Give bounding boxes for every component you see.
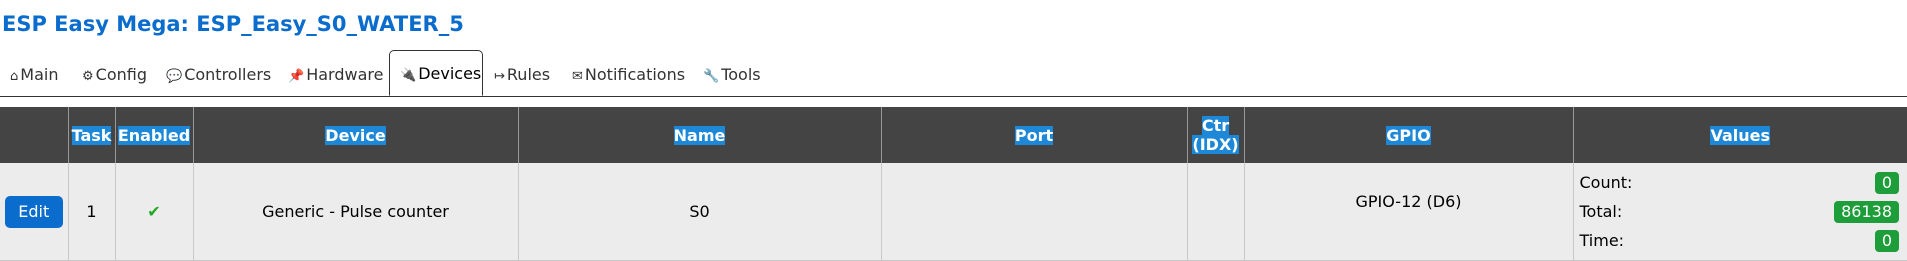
header-name: Name	[517, 107, 881, 163]
tab-tools[interactable]: 🔧 Tools	[703, 62, 761, 96]
header-ctr-idx: Ctr (IDX)	[1186, 107, 1244, 163]
tab-label: Main	[20, 65, 59, 84]
task-cell: 1	[67, 163, 115, 261]
tab-label: Notifications	[584, 65, 686, 84]
tab-label: Controllers	[184, 65, 272, 84]
gpio-cell: GPIO-12 (D6)	[1243, 163, 1573, 261]
tab-label: Tools	[721, 65, 761, 84]
tab-hardware[interactable]: 📌 Hardware	[288, 62, 383, 96]
tab-label: Rules	[506, 65, 551, 84]
tab-label: Devices	[418, 64, 482, 83]
value-label: Count:	[1579, 173, 1633, 192]
value-row-time: Time: 0	[1579, 226, 1899, 255]
devices-table: Task Enabled Device Name Port Ctr (IDX) …	[0, 107, 1907, 261]
tab-bar: ⌂ Main ⚙ Config 💬 Controllers 📌 Hardware 🔌 De…	[0, 50, 1907, 97]
tab-label: Hardware	[306, 65, 384, 84]
tab-notifications[interactable]: ✉ Notifications	[572, 62, 685, 96]
header-edit	[0, 107, 68, 163]
value-row-total: Total: 86138	[1579, 197, 1899, 226]
enabled-cell: ✔	[114, 163, 193, 261]
value-label: Time:	[1579, 231, 1625, 250]
table-row: Edit 1 ✔ Generic - Pulse counter S0 GPIO…	[0, 163, 1907, 261]
tab-main[interactable]: ⌂ Main	[10, 62, 58, 96]
header-port: Port	[880, 107, 1187, 163]
checkmark-icon: ✔	[147, 202, 161, 221]
header-gpio: GPIO	[1243, 107, 1573, 163]
port-cell	[880, 163, 1187, 261]
gear-icon: ⚙	[82, 69, 94, 84]
home-icon: ⌂	[10, 69, 19, 84]
value-row-count: Count: 0	[1579, 168, 1899, 197]
page-title: ESP Easy Mega: ESP_Easy_S0_WATER_5	[2, 12, 464, 36]
edit-button[interactable]: Edit	[4, 195, 63, 228]
wrench-icon: 🔧	[703, 69, 720, 84]
tab-rules[interactable]: ↦ Rules	[494, 62, 550, 96]
table-header-row: Task Enabled Device Name Port Ctr (IDX) …	[0, 107, 1907, 163]
tab-controllers[interactable]: 💬 Controllers	[166, 62, 271, 96]
speech-bubble-icon: 💬	[166, 69, 183, 84]
header-enabled: Enabled	[114, 107, 193, 163]
value-label: Total:	[1579, 202, 1623, 221]
envelope-icon: ✉	[572, 69, 583, 84]
pushpin-icon: 📌	[288, 69, 305, 84]
header-task: Task	[67, 107, 115, 163]
ctr-idx-cell	[1186, 163, 1244, 261]
plug-icon: 🔌	[400, 68, 417, 83]
value-badge: 0	[1874, 229, 1899, 252]
header-device: Device	[192, 107, 518, 163]
value-badge: 86138	[1834, 200, 1899, 223]
name-cell: S0	[517, 163, 881, 261]
edit-cell: Edit	[0, 163, 68, 261]
value-badge: 0	[1874, 171, 1899, 194]
tab-config[interactable]: ⚙ Config	[82, 62, 147, 96]
header-values: Values	[1572, 107, 1907, 163]
tab-label: Config	[95, 65, 147, 84]
device-cell: Generic - Pulse counter	[192, 163, 518, 261]
tab-devices[interactable]: 🔌 Devices	[389, 50, 483, 96]
values-cell: Count: 0 Total: 86138 Time: 0	[1572, 163, 1907, 261]
arrow-right-icon: ↦	[494, 69, 505, 84]
